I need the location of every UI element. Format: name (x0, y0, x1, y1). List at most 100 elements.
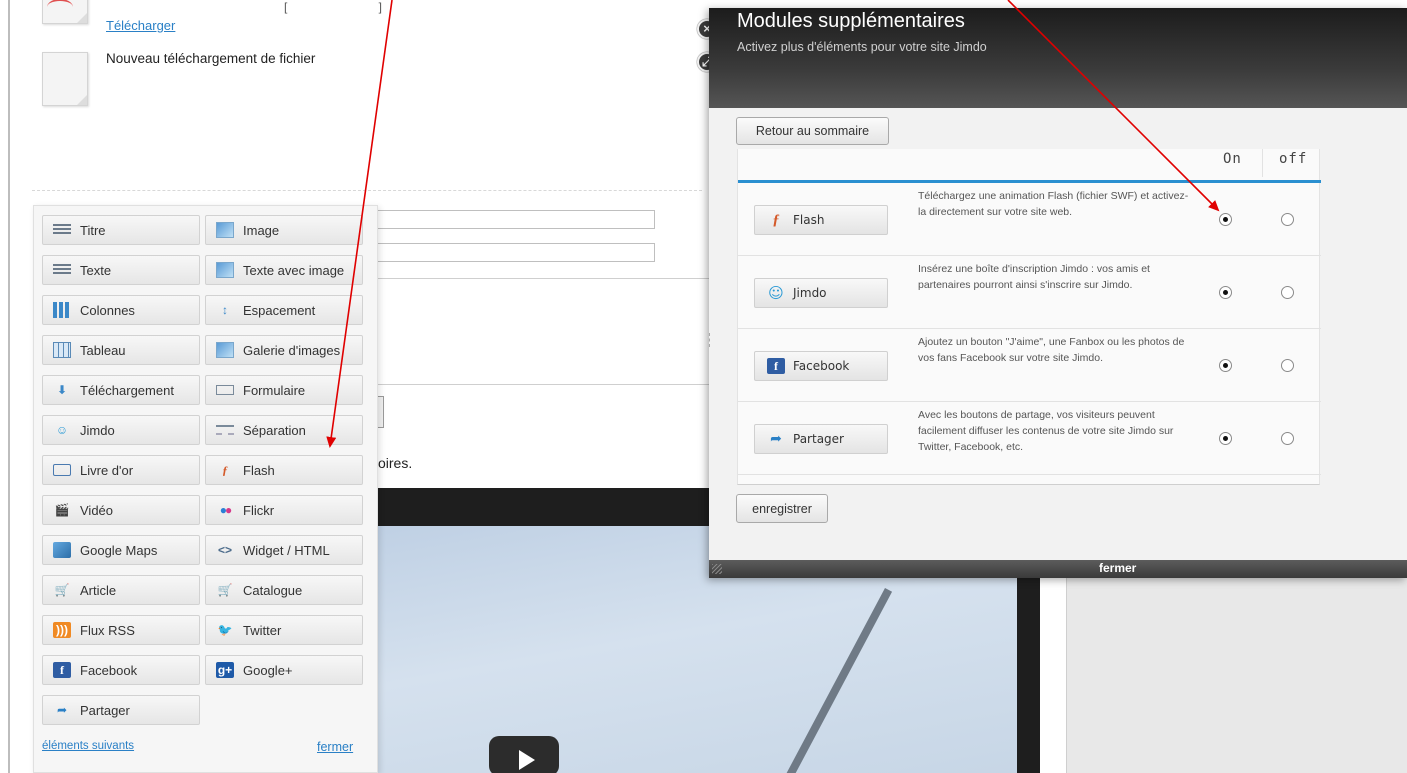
module-on-radio[interactable] (1219, 432, 1232, 445)
element-texte-avec-image-button[interactable]: Texte avec image (205, 255, 363, 285)
rss-icon: ))) (53, 622, 71, 638)
module-partager-button[interactable]: ➦ Partager (754, 424, 888, 454)
title-icon (53, 224, 71, 236)
module-name: Facebook (793, 359, 850, 373)
element-flash-button[interactable]: ƒ Flash (205, 455, 363, 485)
module-jimdo-button[interactable]: ☺ Jimdo (754, 278, 888, 308)
background-rule-2 (370, 384, 710, 385)
element-label: Livre d'or (80, 462, 134, 478)
element-article-button[interactable]: 🛒 Article (42, 575, 200, 605)
element-label: Article (80, 582, 117, 598)
element-label: Jimdo (80, 422, 115, 438)
module-facebook-button[interactable]: f Facebook (754, 351, 888, 381)
module-row: ƒ Flash Téléchargez une animation Flash (f… (738, 184, 1321, 256)
element-partager-button[interactable]: ➦ Partager (42, 695, 200, 725)
module-flash-button[interactable]: ƒ Flash (754, 205, 888, 235)
flash-icon: ƒ (772, 211, 780, 228)
element-texte-button[interactable]: Texte (42, 255, 200, 285)
columns-icon (53, 302, 71, 318)
element-label: Tableau (80, 342, 126, 358)
resize-handle[interactable] (709, 333, 712, 347)
element-flickr-button[interactable]: ● ● Flickr (205, 495, 363, 525)
column-on-header: On (1223, 151, 1242, 167)
save-button[interactable]: enregistrer (736, 494, 828, 523)
element-label: Google+ (243, 662, 293, 678)
element-jimdo-button[interactable]: ☺ Jimdo (42, 415, 200, 445)
element-espacement-button[interactable]: ↕ Espacement (205, 295, 363, 325)
background-input-1[interactable] (370, 210, 655, 229)
module-off-radio[interactable] (1281, 432, 1294, 445)
column-off-header: off (1279, 151, 1308, 167)
element-label: Téléchargement (80, 382, 174, 398)
play-button-icon[interactable] (489, 736, 559, 773)
image-icon (216, 222, 234, 238)
element-label: Flickr (243, 502, 275, 518)
element-widget-html-button[interactable]: <> Widget / HTML (205, 535, 363, 565)
next-elements-link[interactable]: éléments suivants (42, 740, 134, 752)
element-facebook-button[interactable]: f Facebook (42, 655, 200, 685)
text-icon (53, 264, 71, 276)
dashed-divider (32, 190, 702, 191)
module-name: Flash (793, 213, 825, 227)
flickr-icon: ● ● (219, 503, 233, 517)
modal-close-link[interactable]: fermer (1099, 561, 1136, 575)
element-formulaire-button[interactable]: Formulaire (205, 375, 363, 405)
element-label: Espacement (243, 302, 316, 318)
form-icon (216, 385, 234, 395)
element-label: Widget / HTML (243, 542, 330, 558)
module-off-radio[interactable] (1281, 359, 1294, 372)
jimdo-icon: ☺ (55, 423, 69, 437)
new-download-title: Nouveau téléchargement de fichier (106, 51, 316, 66)
element-google-maps-button[interactable]: Google Maps (42, 535, 200, 565)
element-titre-button[interactable]: Titre (42, 215, 200, 245)
element-galerie-d-images-button[interactable]: Galerie d'images (205, 335, 363, 365)
modal-title: Modules supplémentaires (737, 10, 965, 32)
download-link[interactable]: Télécharger (106, 18, 175, 33)
google-plus-icon: g+ (216, 662, 234, 678)
modal-subtitle: Activez plus d'éléments pour votre site … (737, 40, 987, 54)
element-twitter-button[interactable]: 🐦 Twitter (205, 615, 363, 645)
download-icon: ⬇ (56, 383, 68, 397)
element-google+-button[interactable]: g+ Google+ (205, 655, 363, 685)
module-row: f Facebook Ajoutez un bouton "J'aime", une… (738, 330, 1321, 402)
element-label: Flux RSS (80, 622, 135, 638)
element-catalogue-button[interactable]: 🛒 Catalogue (205, 575, 363, 605)
background-form: oires. (370, 200, 710, 500)
background-input-2[interactable] (370, 243, 655, 262)
element-flux-rss-button[interactable]: ))) Flux RSS (42, 615, 200, 645)
element-label: Image (243, 222, 280, 238)
guestbook-icon (53, 464, 71, 476)
back-to-summary-button[interactable]: Retour au sommaire (736, 117, 889, 145)
share-icon: ➦ (770, 431, 782, 447)
right-gray-panel (1066, 560, 1407, 773)
menu-close-link[interactable]: fermer (317, 740, 353, 754)
element-téléchargement-button[interactable]: ⬇ Téléchargement (42, 375, 200, 405)
widget-html-icon: <> (217, 543, 232, 557)
module-off-radio[interactable] (1281, 213, 1294, 226)
facebook-icon: f (767, 358, 785, 374)
module-description: Insérez une boîte d'inscription Jimdo : … (918, 263, 1150, 291)
catalogue-icon: 🛒 (217, 583, 233, 597)
element-livre-d-or-button[interactable]: Livre d'or (42, 455, 200, 485)
modal-footer: fermer (709, 560, 1407, 578)
element-tableau-button[interactable]: Tableau (42, 335, 200, 365)
element-label: Séparation (243, 422, 306, 438)
element-label: Flash (243, 462, 275, 478)
element-image-button[interactable]: Image (205, 215, 363, 245)
resize-grip-icon[interactable] (712, 564, 722, 574)
background-text-fragment: oires. (378, 455, 413, 471)
module-on-radio[interactable] (1219, 286, 1232, 299)
modal-header: Modules supplémentaires Activez plus d'é… (709, 8, 1407, 108)
element-label: Google Maps (80, 542, 158, 558)
module-description: Téléchargez une animation Flash (fichier… (918, 190, 1189, 218)
module-off-radio[interactable] (1281, 286, 1294, 299)
module-row: ☺ Jimdo Insérez une boîte d'inscription Ji… (738, 257, 1321, 329)
element-colonnes-button[interactable]: Colonnes (42, 295, 200, 325)
element-vidéo-button[interactable]: 🎬 Vidéo (42, 495, 200, 525)
module-on-radio[interactable] (1219, 213, 1232, 226)
element-label: Catalogue (243, 582, 303, 598)
modal-body: Retour au sommaire On off ƒ Flash Téléchar… (709, 108, 1407, 560)
module-name: Jimdo (793, 286, 827, 300)
module-on-radio[interactable] (1219, 359, 1232, 372)
element-séparation-button[interactable]: Séparation (205, 415, 363, 445)
